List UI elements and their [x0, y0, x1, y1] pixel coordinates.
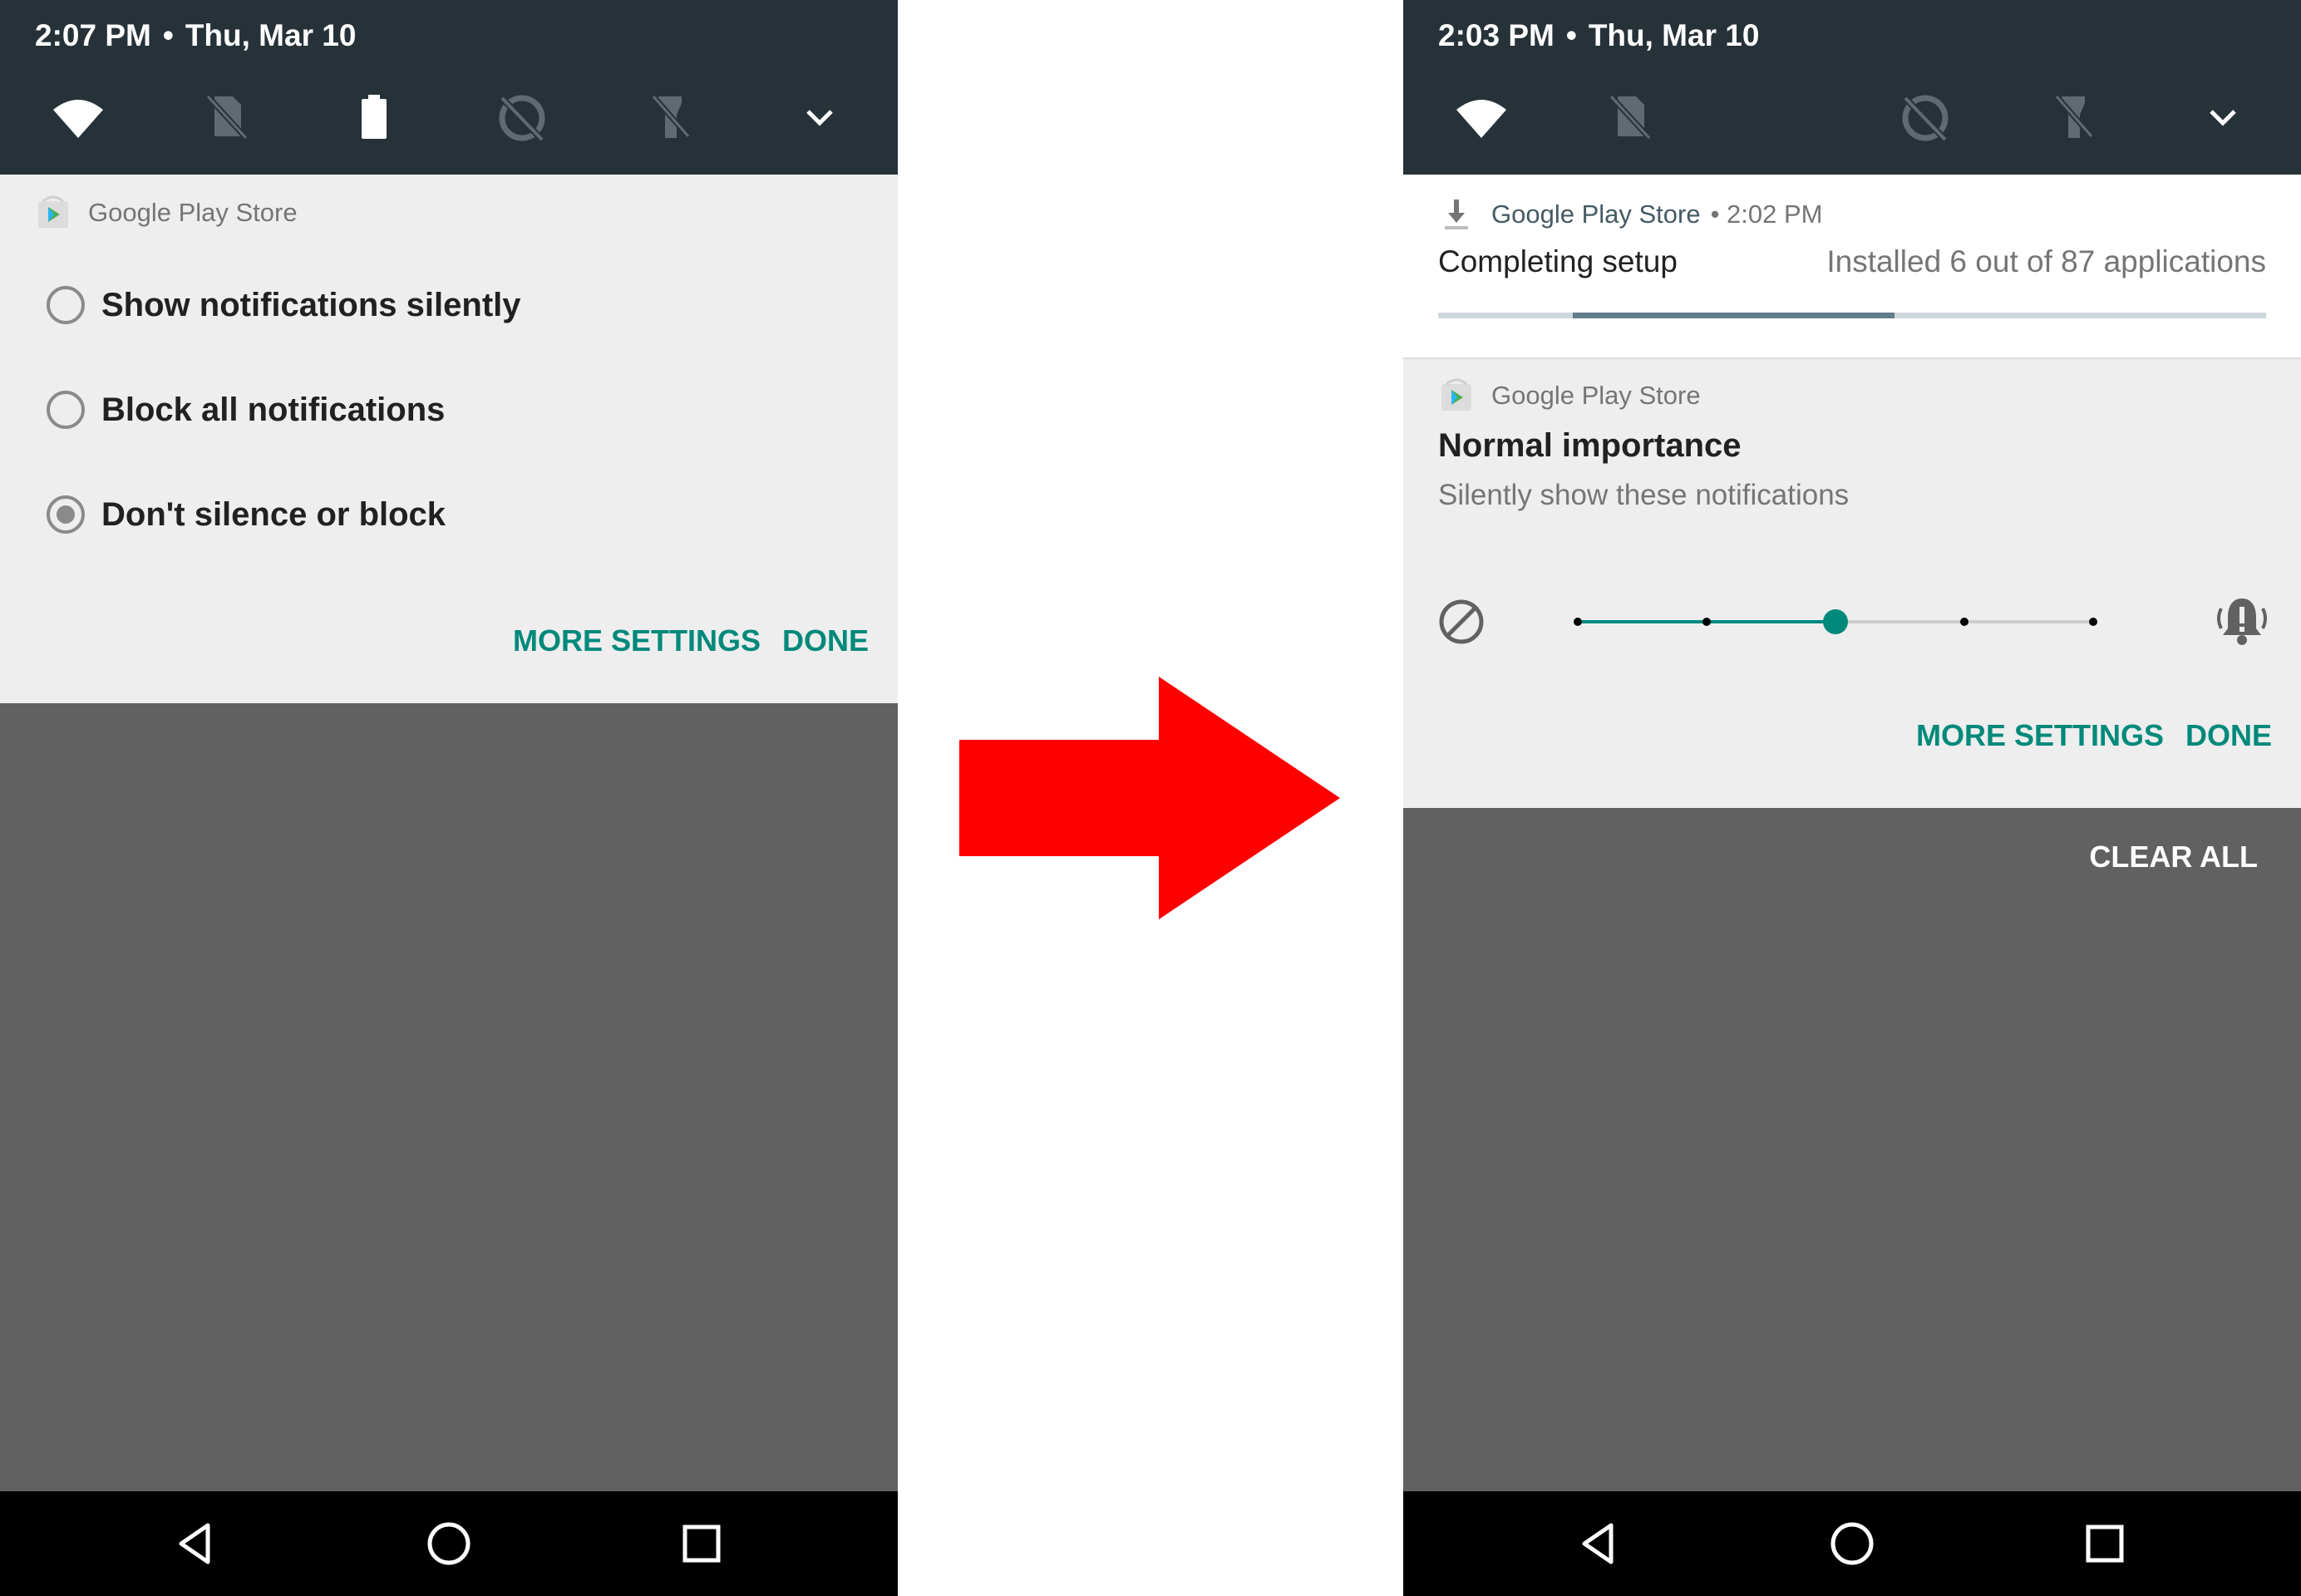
- setup-title: Completing setup: [1438, 244, 1678, 278]
- download-icon: [1445, 200, 1468, 229]
- status-clock: 2:03 PM • Thu, Mar 10: [1438, 18, 1759, 53]
- done-button[interactable]: DONE: [782, 623, 869, 658]
- navigation-bar: [0, 1491, 898, 1596]
- transition-arrow: [959, 677, 1340, 919]
- setup-progress-indicator: [1573, 313, 1895, 318]
- slider-tick: [2089, 618, 2097, 626]
- importance-subtitle: Silently show these notifications: [1438, 479, 1850, 511]
- slider-tick: [1960, 618, 1968, 626]
- status-date: Thu, Mar 10: [1588, 18, 1760, 52]
- more-settings-button[interactable]: MORE SETTINGS: [513, 623, 761, 658]
- status-bar: 2:07 PM • Thu, Mar 10: [0, 0, 898, 175]
- alert-bell-icon[interactable]: [2213, 592, 2271, 650]
- importance-title: Normal importance: [1438, 427, 1742, 464]
- wifi-icon[interactable]: [1455, 90, 1508, 143]
- status-time: 2:03 PM: [1438, 18, 1555, 52]
- back-icon[interactable]: [171, 1519, 221, 1569]
- home-icon[interactable]: [1827, 1519, 1877, 1569]
- no-sim-icon[interactable]: [1603, 90, 1656, 143]
- setup-notification-card[interactable]: Google Play Store • 2:02 PM Completing s…: [1403, 175, 2301, 357]
- home-icon[interactable]: [424, 1519, 474, 1569]
- app-name: Google Play Store: [88, 198, 298, 227]
- notification-header: Google Play Store: [35, 195, 298, 231]
- notification-time: • 2:02 PM: [1710, 200, 1823, 229]
- status-separator: •: [162, 18, 174, 52]
- option-block-all[interactable]: Block all notifications: [47, 391, 445, 429]
- slider-tick: [1574, 618, 1582, 626]
- option-label: Block all notifications: [101, 391, 446, 428]
- status-time: 2:07 PM: [35, 18, 151, 52]
- more-settings-button[interactable]: MORE SETTINGS: [1916, 718, 2164, 753]
- clear-all-button[interactable]: CLEAR ALL: [2089, 840, 2258, 874]
- radio-checked-icon[interactable]: [47, 495, 85, 534]
- done-button[interactable]: DONE: [2185, 718, 2272, 753]
- importance-slider[interactable]: [1569, 597, 2135, 647]
- recents-icon[interactable]: [677, 1519, 727, 1569]
- no-sim-icon[interactable]: [200, 90, 253, 143]
- data-saver-off-icon[interactable]: [1899, 90, 1952, 143]
- slider-tick: [1702, 618, 1711, 626]
- status-clock: 2:07 PM • Thu, Mar 10: [35, 18, 356, 53]
- notification-settings-panel: Google Play Store Show notifications sil…: [0, 175, 898, 703]
- option-show-silently[interactable]: Show notifications silently: [47, 286, 521, 324]
- radio-unchecked-icon[interactable]: [47, 391, 85, 429]
- importance-settings-panel: Google Play Store Normal importance Sile…: [1403, 359, 2301, 808]
- wifi-icon[interactable]: [52, 90, 105, 143]
- notification-header: Google Play Store: [1438, 377, 1701, 414]
- battery-icon[interactable]: [347, 90, 401, 143]
- flashlight-off-icon[interactable]: [643, 90, 697, 143]
- option-label: Don't silence or block: [101, 495, 446, 533]
- left-phone-screen: 2:07 PM • Thu, Mar 10 Google Play Store: [0, 0, 898, 1596]
- expand-chevron-icon[interactable]: [793, 90, 846, 143]
- right-phone-screen: 2:03 PM • Thu, Mar 10 Google Play Store • …: [1403, 0, 2301, 1596]
- play-store-icon: [38, 195, 68, 228]
- app-name: Google Play Store: [1491, 381, 1701, 410]
- back-icon[interactable]: [1574, 1519, 1624, 1569]
- notification-header: Google Play Store • 2:02 PM: [1438, 196, 1823, 233]
- block-icon[interactable]: [1436, 597, 1486, 647]
- status-separator: •: [1565, 18, 1577, 52]
- app-name: Google Play Store: [1491, 200, 1701, 229]
- data-saver-off-icon[interactable]: [495, 90, 549, 143]
- navigation-bar: [1403, 1491, 2301, 1596]
- option-dont-silence[interactable]: Don't silence or block: [47, 495, 446, 534]
- setup-progress-track: [1438, 313, 2266, 318]
- setup-detail: Installed 6 out of 87 applications: [1826, 244, 2266, 278]
- option-label: Show notifications silently: [101, 286, 521, 323]
- status-bar: 2:03 PM • Thu, Mar 10: [1403, 0, 2301, 175]
- status-date: Thu, Mar 10: [185, 18, 357, 52]
- recents-icon[interactable]: [2080, 1519, 2130, 1569]
- play-store-icon: [1441, 378, 1471, 411]
- expand-chevron-icon[interactable]: [2196, 90, 2249, 143]
- radio-unchecked-icon[interactable]: [47, 286, 85, 324]
- flashlight-off-icon[interactable]: [2047, 90, 2100, 143]
- slider-thumb[interactable]: [1823, 609, 1848, 634]
